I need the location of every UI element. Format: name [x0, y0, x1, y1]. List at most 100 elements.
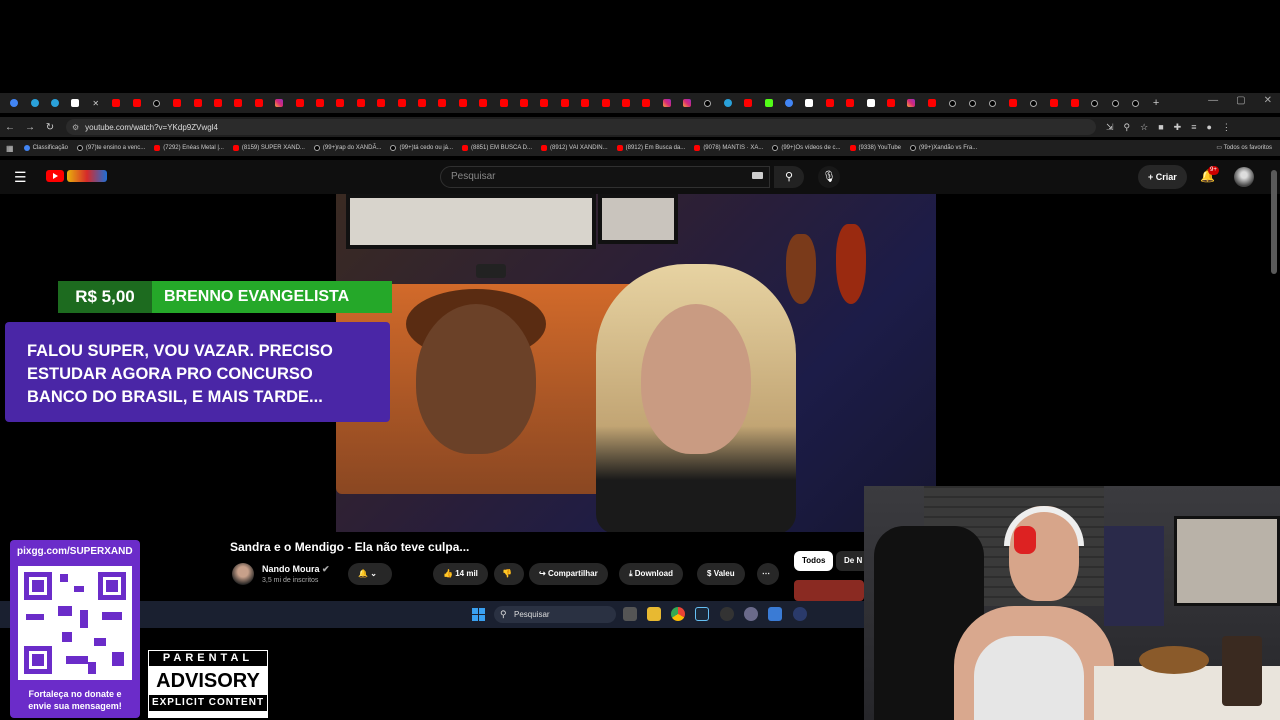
bookmark-item[interactable]: (7292) Enéas Metal |... [154, 145, 224, 151]
apps-grid-icon[interactable]: ▦ [6, 144, 14, 153]
browser-tab[interactable] [228, 95, 248, 111]
browser-tab[interactable] [799, 95, 819, 111]
browser-tab[interactable] [595, 95, 615, 111]
browser-tab[interactable] [310, 95, 330, 111]
bookmark-item[interactable]: (9078) MANTIS · XA... [694, 145, 763, 151]
browser-tab[interactable] [1125, 95, 1145, 111]
browser-tab[interactable] [24, 95, 44, 111]
browser-tab[interactable] [779, 95, 799, 111]
create-button[interactable]: + Criar [1138, 165, 1187, 189]
bookmark-item[interactable]: (99+)Xandão vs Fra... [910, 145, 977, 151]
browser-tab[interactable] [881, 95, 901, 111]
browser-tab[interactable] [1085, 95, 1105, 111]
dislike-button[interactable]: 👎 [494, 563, 524, 585]
more-actions-button[interactable]: ⋯ [757, 563, 779, 585]
page-scrollbar[interactable] [1271, 170, 1277, 274]
new-tab-icon[interactable]: + [1146, 95, 1166, 111]
browser-tab[interactable] [758, 95, 778, 111]
browser-tab[interactable] [412, 95, 432, 111]
taskbar-search[interactable]: Pesquisar [494, 606, 616, 623]
profile-icon[interactable]: ● [1206, 122, 1211, 133]
chrome-icon[interactable] [671, 607, 685, 621]
browser-tab[interactable] [534, 95, 554, 111]
browser-tab[interactable] [942, 95, 962, 111]
browser-tab[interactable] [820, 95, 840, 111]
bookmark-item[interactable]: (8912) VAI XANDIN... [541, 145, 608, 151]
task-view-icon[interactable] [623, 607, 637, 621]
browser-tab[interactable] [901, 95, 921, 111]
like-button[interactable]: 👍 14 mil [433, 563, 488, 585]
menu-dots-icon[interactable]: ⋮ [1222, 122, 1231, 133]
close-window-icon[interactable]: ✕ [1264, 95, 1272, 106]
browser-tab[interactable] [677, 95, 697, 111]
browser-tab[interactable] [351, 95, 371, 111]
browser-tab[interactable] [391, 95, 411, 111]
video-player[interactable] [336, 194, 936, 532]
browser-tab[interactable] [4, 95, 24, 111]
file-explorer-icon[interactable] [647, 607, 661, 621]
extensions-puzzle-icon[interactable]: ✚ [1174, 122, 1182, 133]
browser-tab[interactable] [514, 95, 534, 111]
extension-icon[interactable]: ■ [1158, 122, 1163, 133]
browser-tab[interactable] [493, 95, 513, 111]
browser-tab[interactable] [922, 95, 942, 111]
browser-tab[interactable] [330, 95, 350, 111]
browser-tab[interactable] [983, 95, 1003, 111]
settings-icon[interactable] [744, 607, 758, 621]
browser-tab[interactable] [697, 95, 717, 111]
browser-tab[interactable] [167, 95, 187, 111]
browser-tab[interactable] [636, 95, 656, 111]
thanks-button[interactable]: $ Valeu [697, 563, 745, 585]
bookmark-item[interactable]: (8912) Em Busca da... [616, 145, 685, 151]
back-icon[interactable]: ← [0, 122, 20, 133]
url-field[interactable]: ⚙ youtube.com/watch?v=YKdp9ZVwgl4 [66, 119, 1096, 135]
app-icon[interactable] [768, 607, 782, 621]
browser-tab[interactable] [106, 95, 126, 111]
browser-tab[interactable] [657, 95, 677, 111]
browser-tab[interactable] [453, 95, 473, 111]
bookmark-item[interactable]: (9338) YouTube [849, 145, 901, 151]
bookmark-star-icon[interactable]: ☆ [1140, 122, 1148, 133]
channel-avatar[interactable] [232, 563, 254, 585]
browser-tab[interactable] [555, 95, 575, 111]
browser-tab[interactable] [840, 95, 860, 111]
search-button[interactable]: ⚲ [774, 166, 804, 188]
browser-tab[interactable] [371, 95, 391, 111]
bookmark-item[interactable]: (8159) SUPER XAND... [232, 145, 305, 151]
subscription-bell-button[interactable]: 🔔 ⌄ [348, 563, 392, 585]
bookmark-item[interactable]: (99+)tá cedo ou já... [390, 145, 453, 151]
browser-tab[interactable] [1105, 95, 1125, 111]
reload-icon[interactable]: ↻ [40, 122, 60, 133]
browser-tab[interactable] [575, 95, 595, 111]
channel-name[interactable]: Nando Moura ✔ [262, 564, 330, 575]
bookmark-item[interactable]: Classificação [23, 145, 68, 151]
bookmark-item[interactable]: (99+)rap do XANDÃ... [313, 145, 381, 151]
chip-all[interactable]: Todos [794, 551, 834, 571]
browser-tab[interactable] [249, 95, 269, 111]
obs-icon[interactable] [720, 607, 734, 621]
install-icon[interactable]: ⇲ [1106, 122, 1114, 133]
browser-tab[interactable] [1064, 95, 1084, 111]
media-icon[interactable]: ≡ [1191, 122, 1196, 133]
bookmark-item[interactable]: (99+)Os vídeos de c... [772, 145, 841, 151]
browser-tab[interactable] [1024, 95, 1044, 111]
browser-tab[interactable] [65, 95, 85, 111]
all-bookmarks-folder[interactable]: ▭ Todos os favoritos [1216, 144, 1272, 151]
voice-search-button[interactable]: 🎙 [818, 166, 840, 188]
browser-tab[interactable] [616, 95, 636, 111]
browser-tab[interactable] [45, 95, 65, 111]
bookmark-item[interactable]: (8851) EM BUSCA D... [462, 145, 532, 151]
browser-tab[interactable] [1044, 95, 1064, 111]
browser-tab[interactable] [962, 95, 982, 111]
app-icon[interactable] [793, 607, 807, 621]
forward-icon[interactable]: → [20, 122, 40, 133]
keyboard-icon[interactable] [752, 172, 763, 179]
browser-tab[interactable] [289, 95, 309, 111]
windows-start-icon[interactable] [472, 608, 485, 621]
browser-tab[interactable] [432, 95, 452, 111]
related-video-thumbnail[interactable] [794, 580, 864, 601]
search-input[interactable]: Pesquisar [440, 166, 770, 188]
minimize-icon[interactable]: — [1208, 95, 1218, 106]
browser-tab[interactable] [208, 95, 228, 111]
account-avatar[interactable] [1234, 167, 1254, 187]
